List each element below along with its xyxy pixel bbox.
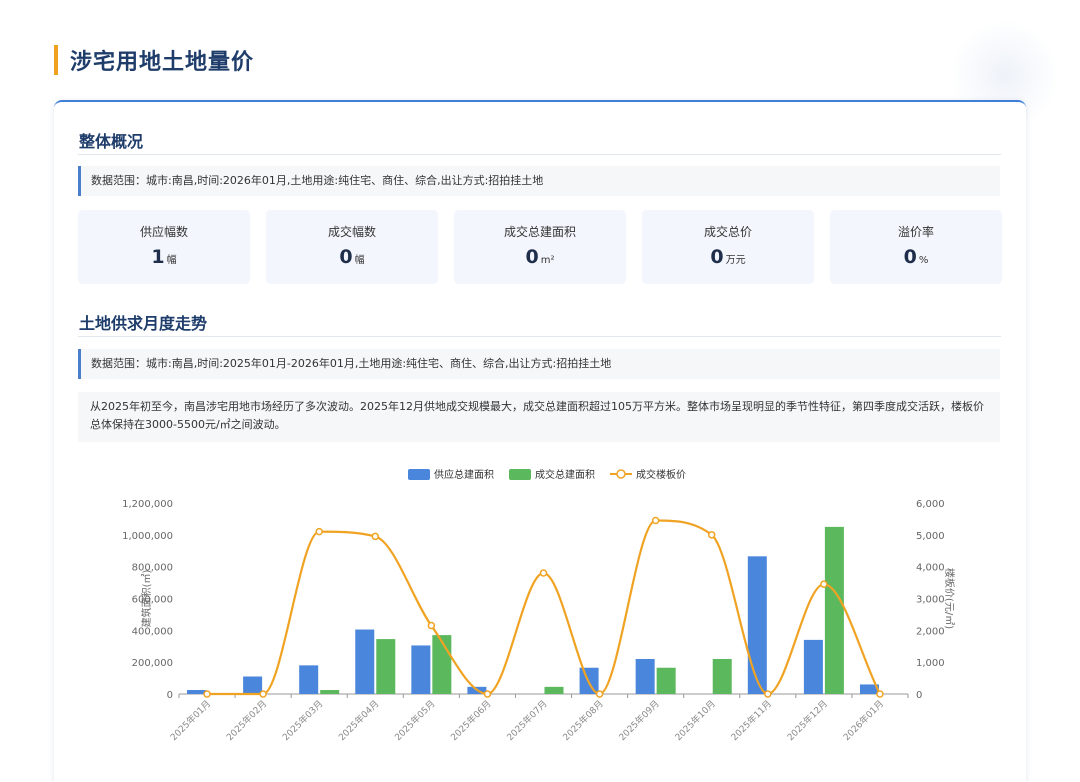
supply-area-bar [411,645,431,694]
deal-area-bar [376,639,396,694]
legend-swatch [408,469,430,480]
deal-area-bar [656,667,676,694]
x-tick-label: 2025年10月 [672,698,718,744]
price-point [539,569,548,577]
y-axis-title: 建筑面积(㎡) [140,570,153,628]
y-tick-label: 0 [167,690,173,701]
y-tick-label: 1,200,000 [122,499,173,510]
page-title-text: 涉宅用地土地量价 [70,50,255,75]
x-tick-label: 2025年01月 [168,698,214,744]
legend-label: 成交楼板价 [636,468,686,481]
price-point [203,690,211,698]
deal-area-bar [320,690,340,694]
deal-area-bar [544,686,564,694]
y2-axis-title: 楼板价(元/㎡) [943,568,956,629]
x-tick-label: 2025年04月 [336,698,382,744]
x-tick-label: 2025年05月 [392,698,438,744]
x-tick-label: 2025年06月 [448,698,494,744]
price-point [371,532,380,541]
y2-tick-label: 1,000 [916,658,945,669]
legend-line-marker [616,469,626,479]
title-accent-bar [54,45,58,75]
price-point [259,690,267,698]
x-tick-label: 2026年01月 [841,698,887,744]
y-tick-label: 200,000 [132,658,173,669]
supply-area-bar [355,629,375,694]
price-point [315,527,323,536]
legend-swatch [509,469,531,480]
supply-area-bar [747,556,767,694]
deal-area-bar [712,658,732,694]
deal-area-bar [432,635,452,694]
supply-area-bar [187,690,207,694]
x-tick-label: 2025年09月 [616,698,662,744]
supply-area-bar [635,658,655,694]
price-point [764,690,772,698]
page-title: 涉宅用地土地量价 [54,44,254,76]
x-tick-label: 2025年12月 [784,698,830,744]
price-point [427,621,436,630]
y2-tick-label: 2,000 [916,626,945,637]
price-point [595,690,604,698]
x-tick-label: 2025年08月 [560,698,606,744]
legend-label: 成交总建面积 [535,468,595,481]
price-point [483,690,492,698]
x-tick-label: 2025年03月 [280,698,326,744]
price-point [707,531,716,539]
y2-tick-label: 5,000 [916,531,945,542]
x-tick-label: 2025年02月 [224,698,270,744]
deal-area-bar [824,526,844,694]
y2-tick-label: 6,000 [916,499,945,510]
x-tick-label: 2025年07月 [504,698,550,744]
legend-label: 供应总建面积 [434,468,494,481]
supply-area-bar [803,639,823,694]
price-point [820,580,828,588]
supply-area-bar [243,676,263,694]
price-point [651,516,660,525]
price-point [876,690,884,698]
y2-tick-label: 3,000 [916,595,945,606]
trend-chart: 0200,000400,000600,000800,0001,000,0001,… [122,468,956,744]
content-card: 整体概况 数据范围：城市:南昌,时间:2026年01月,土地用途:纯住宅、商住、… [54,100,1026,782]
supply-area-bar [299,665,319,694]
y2-tick-label: 0 [916,690,922,701]
x-tick-label: 2025年11月 [728,698,774,744]
y2-tick-label: 4,000 [916,563,945,574]
y-tick-label: 1,000,000 [122,531,173,542]
